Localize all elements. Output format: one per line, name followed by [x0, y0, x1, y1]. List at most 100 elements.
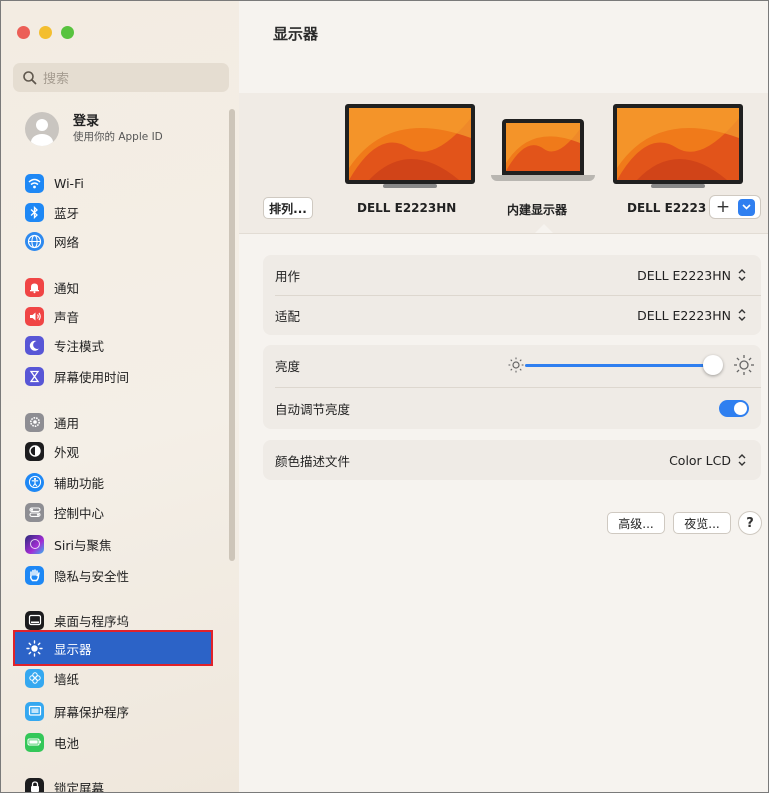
chevron-down-icon[interactable] — [738, 198, 755, 216]
bluetooth-icon — [25, 202, 44, 222]
sidebar-item-label: 墙纸 — [54, 671, 80, 687]
sidebar-item-label: 控制中心 — [54, 505, 105, 521]
sidebar-item-sound[interactable]: 声音 — [25, 303, 215, 329]
sidebar-item-focus[interactable]: 专注模式 — [25, 332, 215, 358]
sidebar-item-privacy[interactable]: 隐私与安全性 — [25, 562, 215, 588]
moon-icon — [25, 335, 44, 355]
minimize-window-button[interactable] — [39, 26, 52, 39]
brightness-group: 亮度 自动调节亮度 — [263, 345, 761, 429]
arrange-button[interactable]: 排列... — [263, 197, 313, 219]
sidebar-item-label: 网络 — [54, 234, 80, 250]
sidebar-item-desktop-dock[interactable]: 桌面与程序坞 — [25, 607, 215, 633]
sidebar-item-label: 屏幕使用时间 — [54, 369, 130, 385]
hourglass-icon — [25, 366, 44, 386]
use-as-row[interactable]: 用作 DELL E2223HN — [263, 255, 761, 295]
sidebar-item-wallpaper[interactable]: 墙纸 — [25, 665, 215, 691]
selected-display-indicator — [535, 224, 553, 233]
screensaver-icon — [25, 701, 44, 721]
zoom-window-button[interactable] — [61, 26, 74, 39]
page-title: 显示器 — [273, 25, 319, 43]
advanced-button[interactable]: 高级... — [607, 512, 665, 534]
use-as-select[interactable]: DELL E2223HN — [637, 268, 747, 283]
sidebar-item-label: 显示器 — [54, 641, 92, 657]
sidebar-item-label: 通知 — [54, 280, 80, 296]
sidebar-scrollbar[interactable] — [229, 109, 235, 561]
color-profile-value: Color LCD — [669, 452, 731, 468]
color-profile-select[interactable]: Color LCD — [669, 453, 747, 468]
sidebar-item-label: Wi-Fi — [54, 175, 84, 191]
sidebar-item-accessibility[interactable]: 辅助功能 — [25, 469, 215, 495]
display-thumbnail-dell-1[interactable] — [345, 104, 475, 184]
optimize-for-row[interactable]: 适配 DELL E2223HN — [263, 295, 761, 335]
help-button[interactable]: ? — [738, 511, 762, 535]
color-profile-row[interactable]: 颜色描述文件 Color LCD — [263, 440, 761, 480]
updown-chevron-icon — [738, 454, 746, 466]
sidebar-item-displays[interactable]: 显示器 — [14, 632, 213, 664]
search-placeholder: 搜索 — [43, 72, 70, 87]
sidebar-item-label: 蓝牙 — [54, 205, 80, 221]
login-title: 登录 — [73, 114, 100, 129]
search-field[interactable]: 搜索 — [13, 63, 229, 92]
sidebar-item-appearance[interactable]: 外观 — [25, 438, 215, 464]
sidebar-item-notifications[interactable]: 通知 — [25, 274, 215, 300]
display-label-dell-2[interactable]: DELL E2223 — [627, 201, 709, 215]
display-thumbnail-built-in[interactable] — [502, 119, 584, 175]
battery-icon — [25, 732, 44, 752]
person-icon — [31, 119, 53, 146]
bell-icon — [25, 277, 44, 297]
display-thumbnail-dell-2[interactable] — [613, 104, 743, 184]
sidebar-item-wifi[interactable]: Wi-Fi — [25, 170, 215, 196]
control-center-icon — [25, 502, 44, 522]
auto-brightness-toggle[interactable] — [719, 400, 749, 417]
sun-large-icon — [734, 355, 754, 375]
appearance-icon — [25, 441, 44, 461]
dock-icon — [25, 610, 44, 630]
color-profile-label: 颜色描述文件 — [275, 453, 351, 469]
sidebar-item-label: Siri与聚焦 — [54, 537, 112, 553]
display-label-built-in[interactable]: 内建显示器 — [507, 201, 567, 218]
sidebar-item-label: 屏幕保护程序 — [54, 704, 130, 720]
display-label-dell-1[interactable]: DELL E2223HN — [357, 201, 456, 215]
sidebar-item-label: 桌面与程序坞 — [54, 613, 130, 629]
night-shift-button[interactable]: 夜览... — [673, 512, 731, 534]
brightness-slider-knob[interactable] — [703, 355, 723, 375]
sidebar-item-label: 锁定屏幕 — [54, 780, 105, 793]
use-as-label: 用作 — [275, 268, 301, 284]
sidebar-item-screen-time[interactable]: 屏幕使用时间 — [25, 363, 215, 389]
sidebar-item-bluetooth[interactable]: 蓝牙 — [25, 199, 215, 225]
brightness-slider-track[interactable] — [525, 364, 711, 367]
sidebar-item-label: 通用 — [54, 415, 80, 431]
sidebar-item-label: 电池 — [54, 735, 80, 751]
sidebar-item-label: 辅助功能 — [54, 475, 105, 491]
sidebar-item-lock-screen[interactable]: 锁定屏幕 — [25, 774, 215, 793]
close-window-button[interactable] — [17, 26, 30, 39]
toggle-knob — [734, 402, 747, 415]
optimize-for-select[interactable]: DELL E2223HN — [637, 308, 747, 323]
sidebar-item-control-center[interactable]: 控制中心 — [25, 499, 215, 525]
sidebar-item-label: 外观 — [54, 444, 80, 460]
main-pane: 显示器 排列... DELL E2223HN 内建显示器 DELL E2223 … — [239, 1, 768, 792]
add-display-control[interactable]: + — [709, 195, 761, 219]
speaker-icon — [25, 306, 44, 326]
sidebar-item-label: 隐私与安全性 — [54, 568, 130, 584]
monitor-stand — [383, 184, 437, 188]
sidebar-item-siri[interactable]: Siri与聚焦 — [25, 531, 215, 557]
monitor-stand — [651, 184, 705, 188]
sidebar-item-label: 专注模式 — [54, 338, 105, 354]
auto-brightness-row: 自动调节亮度 — [263, 388, 761, 428]
wallpaper-thumbnail — [349, 108, 471, 180]
display-mode-group: 用作 DELL E2223HN 适配 DELL E2223HN — [263, 255, 761, 335]
sidebar-item-network[interactable]: 网络 — [25, 228, 215, 254]
laptop-base — [491, 175, 595, 181]
window-controls — [17, 26, 74, 39]
login-subtitle: 使用你的 Apple ID — [73, 131, 163, 143]
sidebar-item-battery[interactable]: 电池 — [25, 729, 215, 755]
globe-icon — [25, 231, 44, 251]
sidebar-item-general[interactable]: 通用 — [25, 409, 215, 435]
apple-id-login[interactable]: 登录 使用你的 Apple ID — [25, 111, 163, 147]
add-display-button[interactable]: + — [710, 197, 736, 217]
optimize-for-value: DELL E2223HN — [637, 307, 731, 323]
settings-window: 搜索 登录 使用你的 Apple ID Wi-Fi 蓝牙 网络 通知 声音 专注… — [0, 0, 769, 793]
sidebar-item-screen-saver[interactable]: 屏幕保护程序 — [25, 698, 215, 724]
wallpaper-icon — [25, 668, 44, 688]
